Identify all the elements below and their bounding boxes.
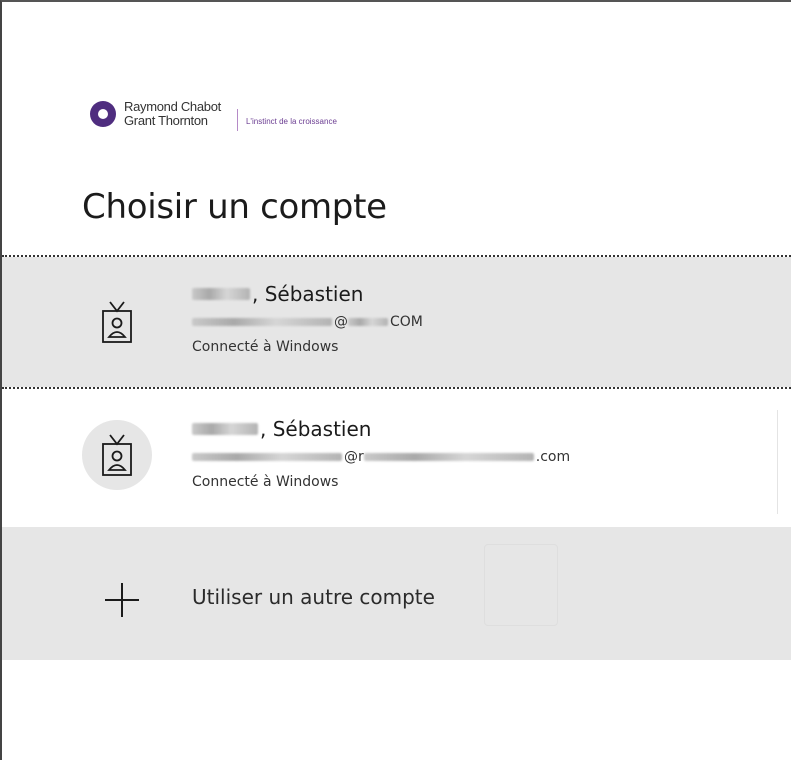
- email-domain: .com: [535, 449, 571, 465]
- redacted-email-user: [192, 453, 342, 461]
- account-name: , Sébastien: [192, 279, 423, 309]
- account-details: , Sébastien @r .com Connecté à Windows: [192, 414, 570, 494]
- account-email: @ COM: [192, 309, 423, 335]
- plus-icon: [105, 583, 139, 617]
- focus-ghost-box: [484, 544, 558, 626]
- logo-tagline: L'instinct de la croissance: [245, 116, 337, 126]
- redacted-email-domain: [363, 453, 534, 461]
- redacted-email-domain: [348, 318, 388, 326]
- account-name-text: , Sébastien: [252, 282, 364, 306]
- logo-divider: [236, 109, 238, 131]
- account-avatar: [82, 287, 152, 357]
- logo-wordmark: Raymond Chabot Grant Thornton: [124, 100, 221, 128]
- logo-line-2: Grant Thornton: [124, 113, 208, 128]
- email-at: @r: [344, 449, 364, 465]
- account-avatar: [82, 420, 152, 490]
- email-at: @: [334, 314, 348, 330]
- tile-edge: [777, 410, 778, 514]
- account-status: Connecté à Windows: [192, 474, 339, 490]
- use-another-account-button[interactable]: Utiliser un autre compte: [2, 527, 791, 660]
- badge-icon: [102, 434, 132, 476]
- redacted-surname: [192, 423, 258, 435]
- badge-icon: [102, 301, 132, 343]
- account-details: , Sébastien @ COM Connecté à Windows: [192, 279, 423, 359]
- company-logo: Raymond Chabot Grant Thornton L'instinct…: [90, 97, 337, 131]
- account-tile-1[interactable]: , Sébastien @ COM Connecté à Windows: [2, 257, 791, 387]
- account-tile-2[interactable]: , Sébastien @r .com Connecté à Windows: [2, 392, 791, 522]
- account-name-text: , Sébastien: [260, 417, 372, 441]
- page-title: Choisir un compte: [82, 187, 387, 227]
- rcgt-logo-icon: [90, 101, 116, 127]
- account-picker-window: Raymond Chabot Grant Thornton L'instinct…: [0, 0, 791, 760]
- use-another-account-label: Utiliser un autre compte: [192, 585, 435, 609]
- redacted-surname: [192, 288, 250, 300]
- logo-line-1: Raymond Chabot: [124, 99, 221, 114]
- account-email: @r .com: [192, 444, 570, 470]
- account-status: Connecté à Windows: [192, 339, 339, 355]
- email-domain: COM: [390, 314, 423, 330]
- divider-middle: [2, 387, 791, 389]
- redacted-email-user: [192, 318, 332, 326]
- account-name: , Sébastien: [192, 414, 570, 444]
